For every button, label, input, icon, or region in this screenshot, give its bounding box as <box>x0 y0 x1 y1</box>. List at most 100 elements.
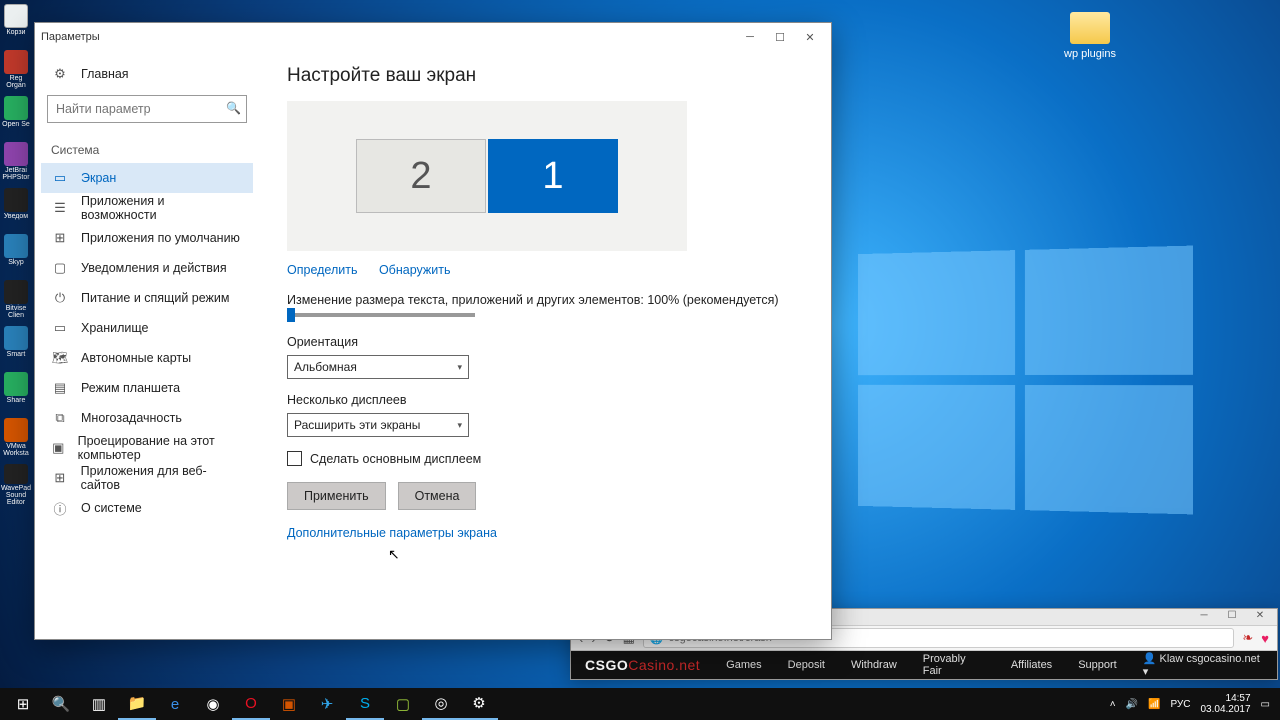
site-nav-link[interactable]: Affiliates <box>1011 659 1052 671</box>
browser-heart-icon[interactable]: ♥ <box>1261 631 1269 646</box>
desktop-icon[interactable]: Корзи <box>0 4 32 46</box>
orientation-value: Альбомная <box>294 360 357 374</box>
desktop-icon[interactable]: JetBrai PHPStor <box>0 142 32 184</box>
taskbar: ⊞ 🔍 ▥ 📁 e ◉ O ▣ ✈ S ▢ ◎ ⚙ ˄ 🔊 📶 РУС 14:5… <box>0 688 1280 720</box>
site-nav-link[interactable]: Support <box>1078 659 1117 671</box>
info-icon: ⓘ <box>51 499 69 518</box>
sidebar-item-power[interactable]: ⏻Питание и спящий режим <box>41 283 253 313</box>
tray-network-icon[interactable]: 📶 <box>1148 699 1160 710</box>
sidebar-item-multitasking[interactable]: ⧉Многозадачность <box>41 403 253 433</box>
projecting-icon: ▣ <box>51 440 66 456</box>
desktop-icon[interactable]: Skyp <box>0 234 32 276</box>
taskbar-app-notepad[interactable]: ▢ <box>384 688 422 720</box>
desktop-icon[interactable]: Reg Organ <box>0 50 32 92</box>
tray-volume-icon[interactable]: 🔊 <box>1126 699 1138 710</box>
window-close-button[interactable]: ✕ <box>795 27 825 47</box>
taskbar-app-settings[interactable]: ⚙ <box>460 688 498 720</box>
multitasking-icon: ⧉ <box>51 410 69 426</box>
make-main-checkbox-row[interactable]: Сделать основным дисплеем <box>287 451 803 466</box>
browser-close-button[interactable]: ✕ <box>1247 610 1273 624</box>
multi-display-dropdown[interactable]: Расширить эти экраны ▾ <box>287 413 469 437</box>
sidebar-item-about[interactable]: ⓘО системе <box>41 493 253 523</box>
checkbox-box[interactable] <box>287 451 302 466</box>
monitor-2[interactable]: 2 <box>356 139 486 213</box>
settings-main-panel: Настройте ваш экран 2 1 Определить Обнар… <box>259 51 831 639</box>
settings-search-input[interactable] <box>47 95 247 123</box>
gear-icon: ⚙ <box>51 66 69 82</box>
site-user-menu[interactable]: 👤 Klaw csgocasino.net ▾ <box>1143 652 1263 678</box>
slider-thumb[interactable] <box>287 308 295 322</box>
taskbar-app-chrome[interactable]: ◉ <box>194 688 232 720</box>
cancel-button[interactable]: Отмена <box>398 482 477 510</box>
desktop-icon[interactable]: WavePad Sound Editor <box>0 464 32 506</box>
window-maximize-button[interactable]: ☐ <box>765 27 795 47</box>
desktop-icon[interactable]: Bitvise Clien <box>0 280 32 322</box>
taskbar-app-opera[interactable]: O <box>232 688 270 720</box>
tray-clock[interactable]: 14:57 03.04.2017 <box>1200 693 1250 715</box>
scale-label: Изменение размера текста, приложений и д… <box>287 293 803 307</box>
sidebar-item-display[interactable]: ▭Экран <box>41 163 253 193</box>
storage-icon: ▭ <box>51 320 69 336</box>
detect-link[interactable]: Обнаружить <box>379 263 451 277</box>
taskbar-app-edge[interactable]: e <box>156 688 194 720</box>
taskbar-app-skype[interactable]: S <box>346 688 384 720</box>
web-apps-icon: ⊞ <box>51 470 69 486</box>
sidebar-item-maps[interactable]: 🗺Автономные карты <box>41 343 253 373</box>
notifications-icon: ▢ <box>51 260 69 276</box>
site-nav-link[interactable]: Games <box>726 659 761 671</box>
sidebar-item-default-apps[interactable]: ⊞Приложения по умолчанию <box>41 223 253 253</box>
browser-page-content: CSGOCasino.net Games Deposit Withdraw Pr… <box>571 651 1277 679</box>
power-icon: ⏻ <box>51 290 69 306</box>
sidebar-item-apps[interactable]: ☰Приложения и возможности <box>41 193 253 223</box>
desktop-icon[interactable]: Smart <box>0 326 32 368</box>
identify-link[interactable]: Определить <box>287 263 357 277</box>
start-button[interactable]: ⊞ <box>4 688 42 720</box>
window-title: Параметры <box>41 31 100 43</box>
browser-maximize-button[interactable]: ☐ <box>1219 610 1245 624</box>
sidebar-item-tablet[interactable]: ▤Режим планшета <box>41 373 253 403</box>
tray-chevron-icon[interactable]: ˄ <box>1110 699 1116 710</box>
taskbar-app-explorer[interactable]: 📁 <box>118 688 156 720</box>
monitor-1[interactable]: 1 <box>488 139 618 213</box>
task-view-button[interactable]: ▥ <box>80 688 118 720</box>
sidebar-item-web-apps[interactable]: ⊞Приложения для веб-сайтов <box>41 463 253 493</box>
desktop-icon[interactable]: Уведом <box>0 188 32 230</box>
sidebar-home[interactable]: ⚙ Главная <box>41 59 253 89</box>
site-nav-link[interactable]: Deposit <box>788 659 825 671</box>
sidebar-item-storage[interactable]: ▭Хранилище <box>41 313 253 343</box>
sidebar-home-label: Главная <box>81 67 129 81</box>
window-titlebar[interactable]: Параметры ─ ☐ ✕ <box>35 23 831 51</box>
taskbar-search-button[interactable]: 🔍 <box>42 688 80 720</box>
apply-button[interactable]: Применить <box>287 482 386 510</box>
desktop-icon[interactable]: Open Se <box>0 96 32 138</box>
sidebar-item-projecting[interactable]: ▣Проецирование на этот компьютер <box>41 433 253 463</box>
sidebar-item-notifications[interactable]: ▢Уведомления и действия <box>41 253 253 283</box>
page-heading: Настройте ваш экран <box>287 65 803 87</box>
scale-slider[interactable] <box>287 313 475 317</box>
desktop-folder-label: wp plugins <box>1064 48 1116 60</box>
site-nav-link[interactable]: Withdraw <box>851 659 897 671</box>
taskbar-app-telegram[interactable]: ✈ <box>308 688 346 720</box>
window-minimize-button[interactable]: ─ <box>735 27 765 47</box>
desktop-icon[interactable]: VMwa Worksta <box>0 418 32 460</box>
taskbar-app-obs[interactable]: ◎ <box>422 688 460 720</box>
system-tray[interactable]: ˄ 🔊 📶 РУС 14:57 03.04.2017 ▭ <box>1110 693 1276 715</box>
site-nav-link[interactable]: Provably Fair <box>923 653 985 677</box>
tray-language-indicator[interactable]: РУС <box>1170 699 1190 710</box>
settings-window: Параметры ─ ☐ ✕ ⚙ Главная 🔍 Система ▭Экр… <box>34 22 832 640</box>
browser-bookmark-icon[interactable]: ❧ <box>1242 630 1253 646</box>
wallpaper-windows-logo <box>858 246 1193 515</box>
desktop-icon[interactable]: Share <box>0 372 32 414</box>
multi-display-label: Несколько дисплеев <box>287 393 803 407</box>
advanced-display-link[interactable]: Дополнительные параметры экрана <box>287 526 497 540</box>
chevron-down-icon: ▾ <box>457 362 462 373</box>
make-main-label: Сделать основным дисплеем <box>310 452 481 466</box>
tray-action-center-icon[interactable]: ▭ <box>1261 699 1270 710</box>
display-arrangement-area[interactable]: 2 1 <box>287 101 687 251</box>
site-logo: CSGOCasino.net <box>585 657 700 673</box>
browser-minimize-button[interactable]: ─ <box>1191 610 1217 624</box>
orientation-dropdown[interactable]: Альбомная ▾ <box>287 355 469 379</box>
taskbar-app-vmware[interactable]: ▣ <box>270 688 308 720</box>
apps-icon: ☰ <box>51 200 69 216</box>
desktop-folder-wp-plugins[interactable]: wp plugins <box>1060 12 1120 60</box>
